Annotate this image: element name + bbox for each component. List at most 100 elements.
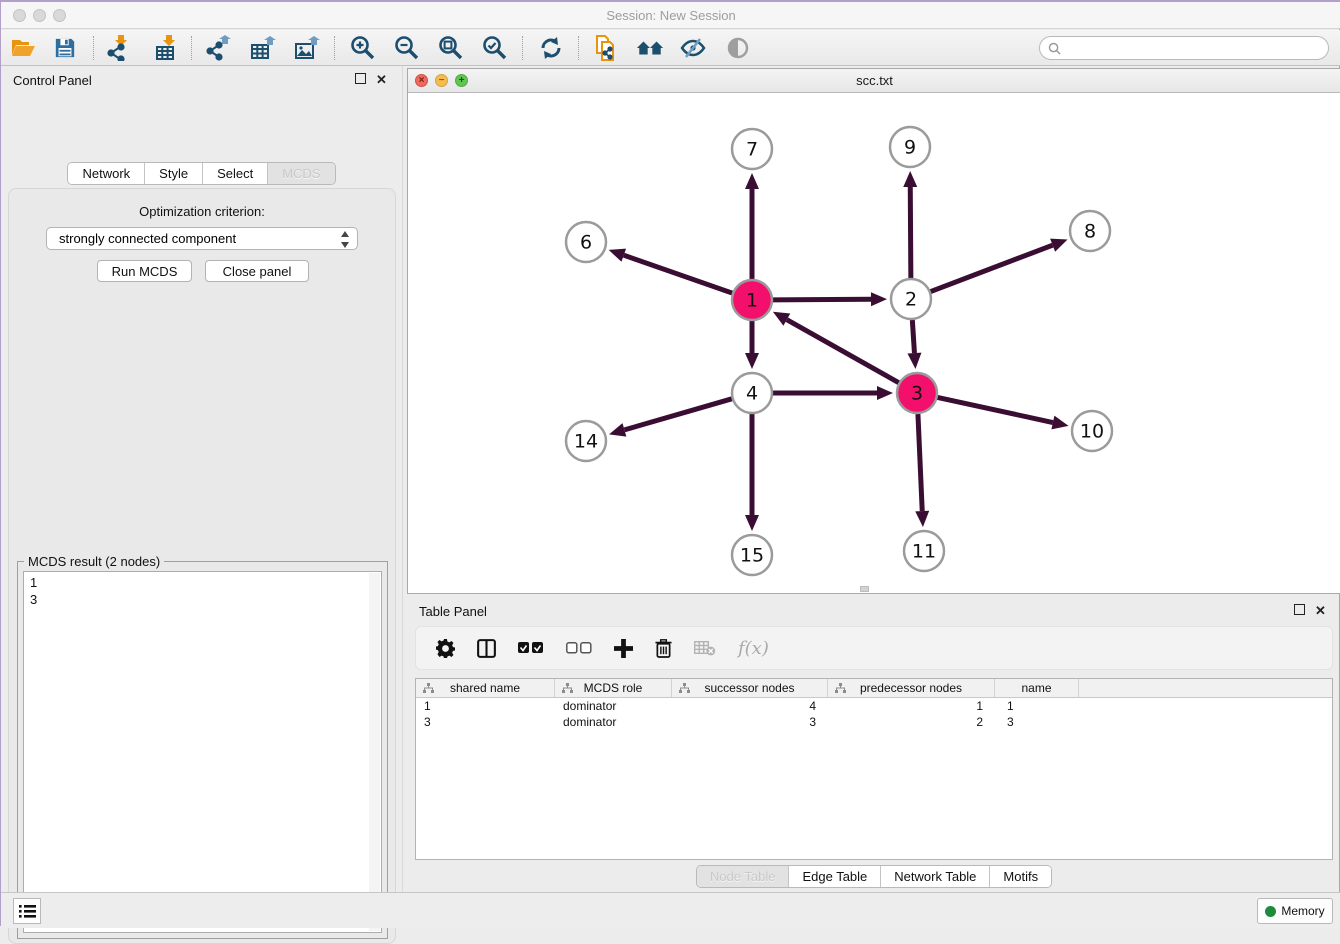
task-history-button[interactable] <box>13 898 41 924</box>
edge-2-3[interactable] <box>912 320 914 353</box>
table-cell[interactable]: 3 <box>995 714 1079 730</box>
toolbar-separator <box>578 36 579 60</box>
new-network-from-selection-icon[interactable] <box>592 35 620 61</box>
table-cell[interactable]: 3 <box>416 714 555 730</box>
first-neighbors-icon[interactable] <box>636 35 664 61</box>
columns-icon[interactable] <box>477 639 496 658</box>
tab-network-table[interactable]: Network Table <box>881 866 990 887</box>
column-header-label: shared name <box>450 681 520 695</box>
optimization-criterion-select[interactable]: strongly connected component <box>46 227 358 250</box>
network-window-title: scc.txt <box>408 73 1340 88</box>
result-scrollbar[interactable] <box>369 573 380 931</box>
column-header-label: MCDS role <box>584 681 643 695</box>
table-cell[interactable]: 1 <box>828 698 995 714</box>
zoom-in-icon[interactable] <box>349 35 377 61</box>
table-panel: Table Panel ✕ f(x) shared nameMCDS roles… <box>407 597 1340 892</box>
tab-edge-table[interactable]: Edge Table <box>789 866 881 887</box>
hide-selected-icon[interactable] <box>679 35 707 61</box>
column-header-predecessor-nodes[interactable]: predecessor nodes <box>828 679 995 697</box>
close-panel-button[interactable]: Close panel <box>205 260 309 282</box>
delete-icon[interactable] <box>655 639 672 658</box>
toolbar-separator <box>93 36 94 60</box>
edge-3-10[interactable] <box>938 397 1053 422</box>
export-image-icon[interactable] <box>293 35 321 61</box>
tab-mcds[interactable]: MCDS <box>268 163 334 184</box>
column-header-MCDS-role[interactable]: MCDS role <box>555 679 672 697</box>
network-canvas[interactable]: 7968124314101511 <box>408 93 1340 593</box>
edge-2-9[interactable] <box>910 187 911 278</box>
table-cell[interactable]: dominator <box>555 714 672 730</box>
show-all-icon[interactable] <box>724 35 752 61</box>
run-mcds-button[interactable]: Run MCDS <box>97 260 192 282</box>
edge-2-8[interactable] <box>931 245 1053 291</box>
hierarchy-icon <box>423 683 434 694</box>
delete-table-icon[interactable] <box>694 640 716 656</box>
zoom-fit-icon[interactable] <box>437 35 465 61</box>
zoom-selected-icon[interactable] <box>481 35 509 61</box>
tab-network[interactable]: Network <box>68 163 145 184</box>
table-cell[interactable]: 1 <box>995 698 1079 714</box>
edge-3-1[interactable] <box>787 320 899 383</box>
tab-select[interactable]: Select <box>203 163 268 184</box>
chevron-up-down-icon <box>340 231 350 248</box>
table-cell[interactable]: 4 <box>672 698 828 714</box>
graph-svg[interactable]: 7968124314101511 <box>408 93 1340 593</box>
search-field[interactable] <box>1066 41 1328 55</box>
edge-1-2[interactable] <box>773 299 871 300</box>
float-panel-icon[interactable] <box>355 73 366 84</box>
export-table-icon[interactable] <box>249 35 277 61</box>
arrowhead-icon <box>877 386 893 400</box>
mcds-result-title: MCDS result (2 nodes) <box>24 554 164 569</box>
edge-4-14[interactable] <box>624 399 731 430</box>
window-titlebar: Session: New Session <box>1 2 1340 29</box>
open-session-icon[interactable] <box>9 35 37 61</box>
deselect-all-icon[interactable] <box>566 642 592 654</box>
network-window-titlebar[interactable]: × − + scc.txt <box>408 69 1340 93</box>
column-header-name[interactable]: name <box>995 679 1079 697</box>
node-label-9: 9 <box>904 137 916 159</box>
column-header-successor-nodes[interactable]: successor nodes <box>672 679 828 697</box>
gear-icon[interactable] <box>436 639 455 658</box>
memory-button[interactable]: Memory <box>1257 898 1333 924</box>
close-panel-icon[interactable]: ✕ <box>375 73 388 86</box>
table-cell[interactable]: 2 <box>828 714 995 730</box>
edge-1-6[interactable] <box>624 255 732 293</box>
add-icon[interactable] <box>614 639 633 658</box>
memory-status-icon <box>1265 906 1276 917</box>
canvas-resize-handle[interactable] <box>860 586 869 592</box>
table-cell[interactable]: dominator <box>555 698 672 714</box>
node-table: shared name MCDS role successor nodes prede… <box>415 678 1333 860</box>
arrowhead-icon <box>609 249 626 262</box>
table-row[interactable]: 1dominator411 <box>416 698 1332 714</box>
import-table-icon[interactable] <box>153 35 181 61</box>
import-network-icon[interactable] <box>105 35 133 61</box>
arrowhead-icon <box>1050 239 1067 252</box>
tab-style[interactable]: Style <box>145 163 203 184</box>
close-table-panel-icon[interactable]: ✕ <box>1314 604 1327 617</box>
column-header-shared-name[interactable]: shared name <box>416 679 555 697</box>
optimization-criterion-value: strongly connected component <box>59 231 236 246</box>
tab-node-table[interactable]: Node Table <box>697 866 790 887</box>
select-all-icon[interactable] <box>518 642 544 654</box>
arrowhead-icon <box>915 511 929 527</box>
export-network-icon[interactable] <box>205 35 233 61</box>
mcds-result-text[interactable]: 13 <box>23 571 382 933</box>
column-header-label: successor nodes <box>704 681 794 695</box>
table-cell[interactable]: 3 <box>672 714 828 730</box>
save-session-icon[interactable] <box>51 35 79 61</box>
float-table-panel-icon[interactable] <box>1294 604 1305 615</box>
arrowhead-icon <box>903 171 917 187</box>
zoom-out-icon[interactable] <box>393 35 421 61</box>
node-label-8: 8 <box>1084 221 1096 243</box>
table-row[interactable]: 3dominator323 <box>416 714 1332 730</box>
table-cell[interactable]: 1 <box>416 698 555 714</box>
node-label-4: 4 <box>746 383 758 405</box>
toolbar-separator <box>334 36 335 60</box>
apply-layout-icon[interactable] <box>537 35 565 61</box>
edge-3-11[interactable] <box>918 414 922 511</box>
function-builder-icon[interactable]: f(x) <box>738 638 769 659</box>
tab-motifs[interactable]: Motifs <box>990 866 1051 887</box>
column-header-label: predecessor nodes <box>860 681 962 695</box>
search-input[interactable] <box>1039 36 1329 60</box>
mcds-result-group: MCDS result (2 nodes) 13 <box>17 561 388 939</box>
